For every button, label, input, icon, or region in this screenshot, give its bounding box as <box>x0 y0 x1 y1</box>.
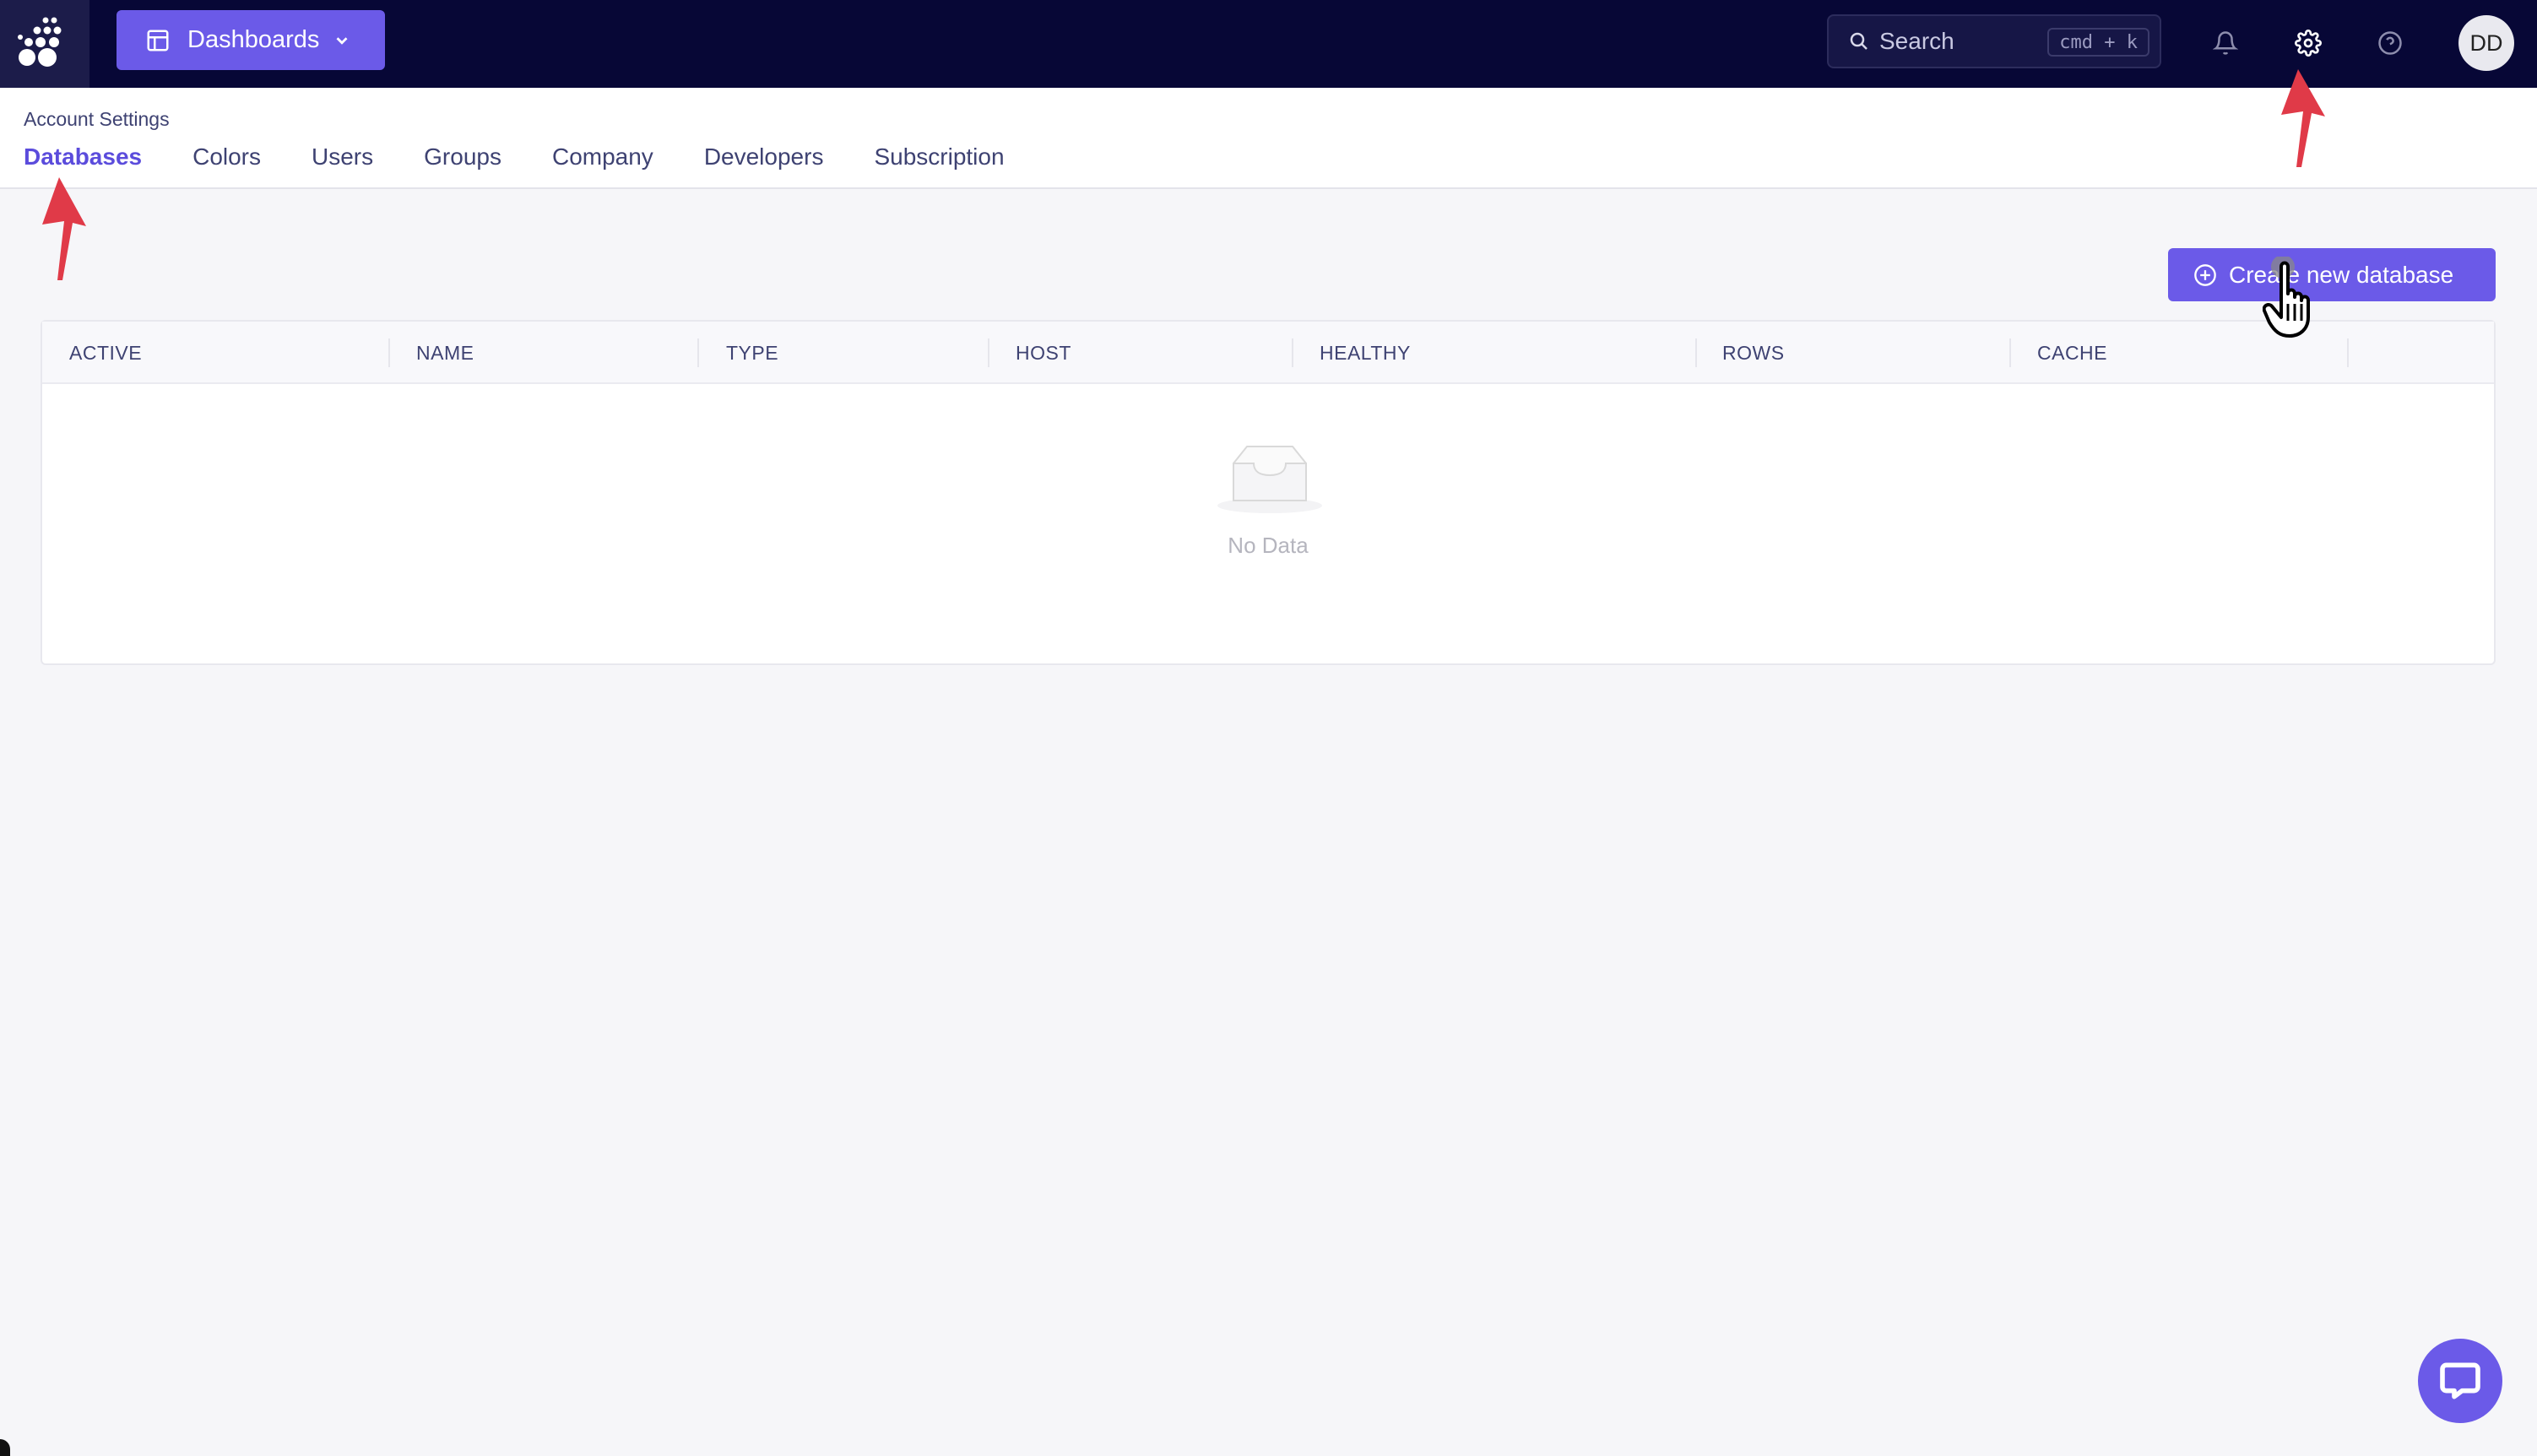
column-divider <box>697 338 699 367</box>
create-database-label: Create new database <box>2229 261 2454 288</box>
column-divider <box>1695 338 1697 367</box>
search-shortcut-hint: cmd + k <box>2047 28 2149 57</box>
dots-logo-icon <box>18 17 62 67</box>
databases-table: ACTIVE NAME TYPE HOST HEALTHY ROWS CACHE… <box>41 320 2496 665</box>
tab-company[interactable]: Company <box>552 143 653 184</box>
chevron-down-icon <box>333 31 351 50</box>
notifications-button[interactable] <box>2209 26 2242 60</box>
empty-state: No Data <box>42 384 2494 665</box>
create-database-button[interactable]: Create new database <box>2168 248 2496 301</box>
column-divider <box>2347 338 2349 367</box>
dashboards-dropdown-button[interactable]: Dashboards <box>117 10 385 70</box>
column-header-cache[interactable]: CACHE <box>2037 322 2107 384</box>
chat-bubble-icon <box>2440 1362 2480 1399</box>
tab-developers[interactable]: Developers <box>704 143 824 184</box>
column-header-rows[interactable]: ROWS <box>1722 322 1785 384</box>
help-circle-icon <box>2378 31 2402 55</box>
column-divider <box>988 338 989 367</box>
settings-tabs: Databases Colors Users Groups Company De… <box>24 143 1055 184</box>
empty-inbox-icon <box>1217 446 1322 513</box>
tab-databases[interactable]: Databases <box>24 143 142 184</box>
user-avatar[interactable]: DD <box>2458 15 2514 71</box>
window-corner <box>0 1439 10 1456</box>
tab-colors[interactable]: Colors <box>192 143 261 184</box>
column-header-host[interactable]: HOST <box>1016 322 1071 384</box>
support-chat-button[interactable] <box>2418 1339 2502 1423</box>
bell-icon <box>2213 31 2238 55</box>
settings-header: Account Settings Databases Colors Users … <box>0 88 2537 189</box>
table-header: ACTIVE NAME TYPE HOST HEALTHY ROWS CACHE <box>42 322 2494 384</box>
gear-icon <box>2295 30 2322 57</box>
search-placeholder: Search <box>1879 28 1954 54</box>
breadcrumb: Account Settings <box>24 108 170 130</box>
no-data-text: No Data <box>1228 533 1309 558</box>
help-button[interactable] <box>2373 26 2407 60</box>
column-header-healthy[interactable]: HEALTHY <box>1320 322 1411 384</box>
column-header-type[interactable]: TYPE <box>726 322 778 384</box>
layout-grid-icon <box>145 28 171 53</box>
tab-groups[interactable]: Groups <box>424 143 501 184</box>
tab-users[interactable]: Users <box>312 143 373 184</box>
search-input[interactable]: Search cmd + k <box>1827 14 2161 68</box>
dashboards-label: Dashboards <box>187 26 320 53</box>
tab-subscription[interactable]: Subscription <box>874 143 1004 184</box>
column-header-active[interactable]: ACTIVE <box>69 322 142 384</box>
app-logo[interactable] <box>0 0 89 88</box>
column-divider <box>388 338 390 367</box>
search-icon <box>1849 31 1869 51</box>
settings-button[interactable] <box>2291 26 2325 60</box>
annotation-arrow-databases <box>42 177 86 280</box>
top-navigation-bar: Dashboards Search cmd + k DD <box>0 0 2537 88</box>
column-divider <box>1292 338 1293 367</box>
column-divider <box>2009 338 2011 367</box>
column-header-name[interactable]: NAME <box>416 322 474 384</box>
plus-circle-icon <box>2193 263 2217 287</box>
